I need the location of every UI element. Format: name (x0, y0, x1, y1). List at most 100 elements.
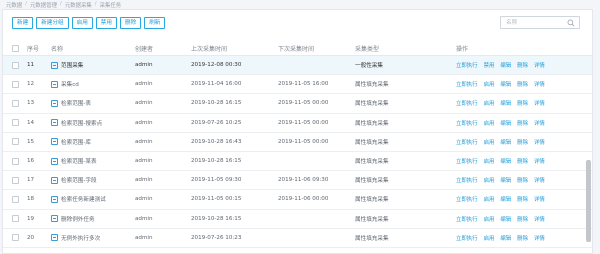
new-button[interactable]: 新建 (12, 17, 34, 29)
toggle-link[interactable]: 启用 (484, 157, 495, 165)
row-name-text[interactable]: 删除例外任务 (61, 215, 95, 223)
row-name[interactable]: 范围采集 (51, 56, 83, 74)
run-now-link[interactable]: 立即执行 (456, 61, 478, 69)
toggle-link[interactable]: 禁用 (484, 61, 495, 69)
table-row[interactable]: 14 检索范围-搜索点 admin 2019-07-26 10:25 2019-11-0… (3, 114, 592, 133)
row-name[interactable]: 采集cd (51, 75, 79, 93)
toggle-link[interactable]: 启用 (484, 99, 495, 107)
row-name[interactable]: 检索范围-某表 (51, 152, 97, 170)
run-now-link[interactable]: 立即执行 (456, 176, 478, 184)
table-row[interactable]: 15 检索范围-库 admin 2019-10-28 16:43 2019-11-05 … (3, 133, 592, 152)
delete-link[interactable]: 删除 (517, 234, 528, 242)
header-last-run[interactable]: 上次采集时间 (191, 41, 227, 55)
delete-link[interactable]: 删除 (517, 215, 528, 223)
table-row[interactable]: 12 采集cd admin 2019-11-04 16:00 2019-11-05 16… (3, 75, 592, 95)
header-creator[interactable]: 创建者 (135, 41, 153, 55)
row-name[interactable]: 删除例外任务 (51, 210, 95, 228)
row-name[interactable]: 检索任务新建测试 (51, 190, 106, 208)
edit-link[interactable]: 编辑 (500, 157, 511, 165)
detail-link[interactable]: 详情 (534, 234, 545, 242)
toggle-link[interactable]: 启用 (484, 234, 495, 242)
row-checkbox[interactable] (12, 195, 19, 203)
scrollbar[interactable] (586, 160, 591, 242)
breadcrumb-item[interactable]: 元数据 (6, 1, 22, 9)
delete-button[interactable]: 删除 (120, 17, 142, 29)
toggle-link[interactable]: 启用 (484, 176, 495, 184)
header-next-run[interactable]: 下次采集时间 (278, 41, 314, 55)
detail-link[interactable]: 详情 (534, 157, 545, 165)
enable-button[interactable]: 启用 (71, 17, 93, 29)
toggle-link[interactable]: 启用 (484, 80, 495, 88)
toggle-link[interactable]: 启用 (484, 138, 495, 146)
edit-link[interactable]: 编辑 (500, 138, 511, 146)
detail-link[interactable]: 详情 (534, 119, 545, 127)
row-name[interactable]: 检索范围-搜索点 (51, 114, 102, 132)
row-name-text[interactable]: 范围采集 (61, 61, 83, 69)
edit-link[interactable]: 编辑 (500, 215, 511, 223)
row-checkbox[interactable] (12, 176, 19, 184)
row-checkbox[interactable] (12, 61, 19, 69)
header-name[interactable]: 名称 (51, 41, 63, 55)
table-row[interactable]: 20 无例外执行多次 admin 2019-07-26 10:23 属性填充采集 立即执行… (3, 229, 592, 248)
row-name[interactable]: 检索范围-库 (51, 133, 91, 151)
toggle-link[interactable]: 启用 (484, 119, 495, 127)
detail-link[interactable]: 详情 (534, 215, 545, 223)
delete-link[interactable]: 删除 (517, 157, 528, 165)
row-checkbox[interactable] (12, 99, 19, 107)
delete-link[interactable]: 删除 (517, 61, 528, 69)
run-now-link[interactable]: 立即执行 (456, 138, 478, 146)
row-checkbox[interactable] (12, 119, 19, 127)
edit-link[interactable]: 编辑 (500, 195, 511, 203)
edit-link[interactable]: 编辑 (500, 61, 511, 69)
edit-link[interactable]: 编辑 (500, 80, 511, 88)
table-row[interactable]: 16 检索范围-某表 admin 2019-10-28 16:15 属性填充采集 立即执行… (3, 152, 592, 172)
row-checkbox[interactable] (12, 234, 19, 242)
row-name-text[interactable]: 无例外执行多次 (61, 234, 100, 242)
row-name-text[interactable]: 检索范围-库 (61, 138, 91, 146)
refresh-button[interactable]: 刷新 (144, 17, 166, 29)
detail-link[interactable]: 详情 (534, 80, 545, 88)
detail-link[interactable]: 详情 (534, 138, 545, 146)
delete-link[interactable]: 删除 (517, 99, 528, 107)
run-now-link[interactable]: 立即执行 (456, 234, 478, 242)
delete-link[interactable]: 删除 (517, 80, 528, 88)
delete-link[interactable]: 删除 (517, 119, 528, 127)
toggle-link[interactable]: 启用 (484, 195, 495, 203)
table-row[interactable]: 11 范围采集 admin 2019-12-08 00:30 一般性采集 立即执行 禁用 编辑… (3, 56, 592, 76)
toggle-link[interactable]: 启用 (484, 215, 495, 223)
row-checkbox[interactable] (12, 215, 19, 223)
row-name-text[interactable]: 检索任务新建测试 (61, 195, 106, 203)
disable-button[interactable]: 禁用 (95, 17, 117, 29)
search-input[interactable] (501, 17, 567, 28)
edit-link[interactable]: 编辑 (500, 119, 511, 127)
detail-link[interactable]: 详情 (534, 176, 545, 184)
edit-link[interactable]: 编辑 (500, 234, 511, 242)
run-now-link[interactable]: 立即执行 (456, 99, 478, 107)
edit-link[interactable]: 编辑 (500, 176, 511, 184)
run-now-link[interactable]: 立即执行 (456, 195, 478, 203)
detail-link[interactable]: 详情 (534, 99, 545, 107)
edit-link[interactable]: 编辑 (500, 99, 511, 107)
row-name-text[interactable]: 检索范围-搜索点 (61, 119, 102, 127)
delete-link[interactable]: 删除 (517, 176, 528, 184)
new-group-button[interactable]: 新建分组 (36, 17, 69, 29)
detail-link[interactable]: 详情 (534, 61, 545, 69)
row-name-text[interactable]: 检索范围-表 (61, 99, 91, 107)
row-name[interactable]: 检索范围-表 (51, 94, 91, 112)
row-name-text[interactable]: 采集cd (61, 80, 79, 88)
table-row[interactable]: 19 删除例外任务 admin 2019-10-28 16:15 属性填充采集 立即执行启… (3, 210, 592, 229)
run-now-link[interactable]: 立即执行 (456, 215, 478, 223)
row-checkbox[interactable] (12, 138, 19, 146)
delete-link[interactable]: 删除 (517, 138, 528, 146)
table-row[interactable]: 18 检索任务新建测试 admin 2019-11-05 00:15 2019-11-0… (3, 190, 592, 210)
table-row[interactable]: 13 检索范围-表 admin 2019-10-28 16:15 2019-11-05 … (3, 94, 592, 114)
row-checkbox[interactable] (12, 80, 19, 88)
row-name[interactable]: 无例外执行多次 (51, 229, 100, 247)
header-type[interactable]: 采集类型 (355, 41, 379, 55)
select-all-checkbox[interactable] (12, 44, 19, 52)
breadcrumb-item[interactable]: 元数据采集 (65, 1, 92, 9)
row-name-text[interactable]: 检索范围-某表 (61, 157, 97, 165)
delete-link[interactable]: 删除 (517, 195, 528, 203)
detail-link[interactable]: 详情 (534, 195, 545, 203)
search-icon[interactable] (567, 19, 575, 27)
